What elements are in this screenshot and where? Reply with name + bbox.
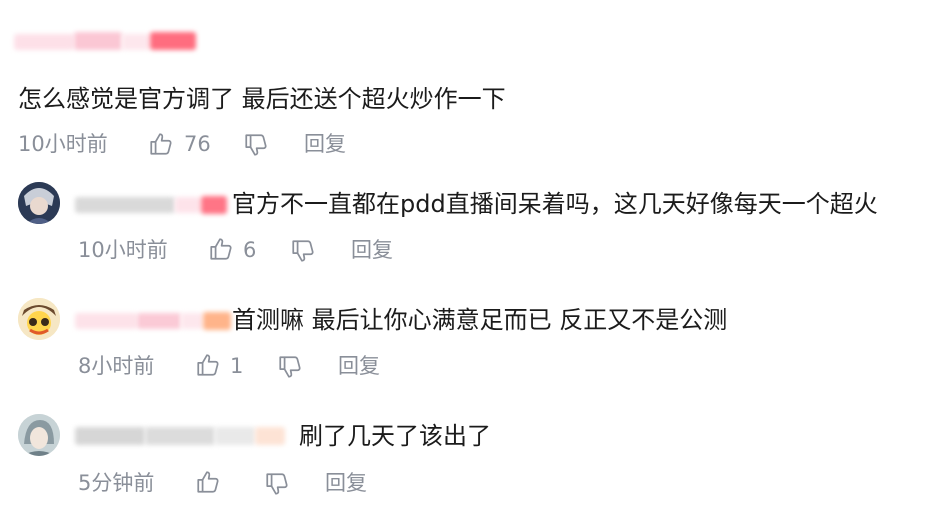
comment-text: 怎么感觉是官方调了 最后还送个超火炒作一下: [18, 85, 506, 113]
like-count: 1: [230, 354, 244, 378]
blur-block: [137, 313, 181, 329]
blur-block: [203, 312, 231, 330]
reply-time: 8小时前: [78, 354, 155, 378]
username-blurred[interactable]: [14, 30, 196, 52]
blur-block: [255, 427, 285, 445]
reply-button[interactable]: 回复: [325, 470, 367, 496]
like-count: 6: [243, 238, 257, 262]
comment-time: 10小时前: [18, 132, 108, 156]
blur-block: [75, 313, 137, 329]
blur-block: [215, 427, 255, 445]
blur-block: [175, 197, 201, 213]
reply-button[interactable]: 回复: [304, 131, 346, 157]
dislike-button[interactable]: [290, 238, 316, 264]
thumbs-down-icon: [264, 471, 290, 497]
thumbs-down-icon: [290, 238, 316, 264]
like-count: 76: [184, 132, 211, 156]
blur-block: [150, 32, 196, 50]
blur-block: [145, 427, 215, 445]
blur-block: [75, 427, 145, 445]
like-button[interactable]: [195, 469, 221, 495]
thumbs-down-icon: [277, 354, 303, 380]
dislike-button[interactable]: [243, 132, 269, 158]
reply-button[interactable]: 回复: [351, 237, 393, 263]
thumbs-up-icon: [208, 236, 234, 262]
blur-block: [74, 32, 122, 50]
blur-block: [75, 197, 175, 213]
username-blurred[interactable]: [75, 194, 227, 216]
blur-block: [201, 196, 227, 214]
reply-text: 首测嘛 最后让你心满意足而已 反正又不是公测: [232, 306, 728, 334]
avatar[interactable]: [18, 182, 60, 224]
reply-time: 5分钟前: [78, 471, 155, 495]
dislike-button[interactable]: [264, 471, 290, 497]
avatar[interactable]: [18, 414, 60, 456]
reply-time: 10小时前: [78, 238, 168, 262]
username-blurred[interactable]: [75, 424, 285, 448]
thumbs-down-icon: [243, 132, 269, 158]
like-button[interactable]: [195, 352, 221, 378]
blur-block: [181, 313, 203, 329]
like-button[interactable]: [148, 131, 174, 157]
thumbs-up-icon: [148, 131, 174, 157]
dislike-button[interactable]: [277, 354, 303, 380]
avatar[interactable]: [18, 298, 60, 340]
thumbs-up-icon: [195, 352, 221, 378]
reply-text: 刷了几天了该出了: [299, 422, 491, 450]
thumbs-up-icon: [195, 469, 221, 495]
reply-button[interactable]: 回复: [338, 353, 380, 379]
blur-block: [122, 34, 150, 50]
blur-block: [14, 34, 74, 50]
like-button[interactable]: [208, 236, 234, 262]
username-blurred[interactable]: [75, 310, 231, 332]
reply-text: 官方不一直都在pdd直播间呆着吗，这几天好像每天一个超火: [232, 190, 878, 218]
